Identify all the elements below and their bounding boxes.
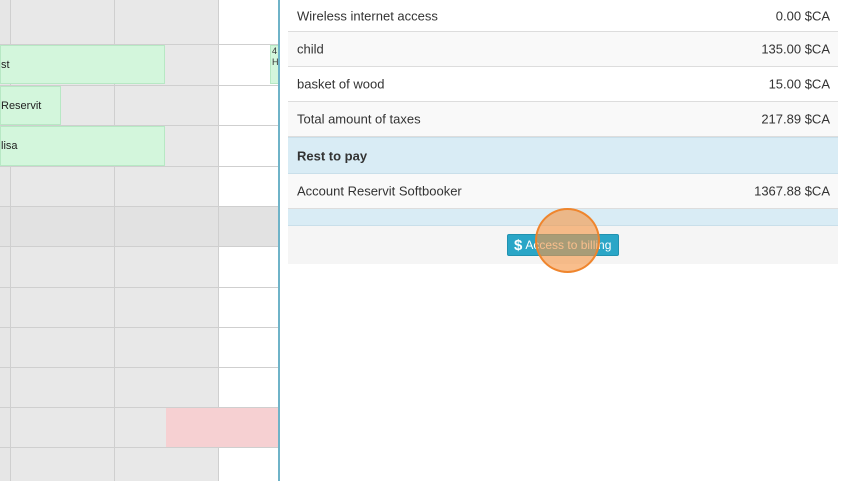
access-billing-button[interactable]: $ Access to billing bbox=[507, 234, 619, 256]
account-label: Account Reservit Softbooker bbox=[297, 183, 462, 199]
charges-table: Wireless internet access 0.00 $CA child … bbox=[288, 0, 838, 264]
grid-divider bbox=[0, 287, 279, 288]
app-window: st Reservit lisa 4 H Wireless internet a… bbox=[0, 0, 860, 481]
blocked-cell bbox=[166, 408, 279, 447]
table-row: basket of wood 15.00 $CA bbox=[288, 67, 838, 102]
section-divider bbox=[288, 209, 838, 226]
row-label: Total amount of taxes bbox=[297, 111, 421, 127]
account-row: Account Reservit Softbooker 1367.88 $CA bbox=[288, 174, 838, 209]
calendar-booking[interactable]: lisa bbox=[0, 126, 165, 166]
grid-band bbox=[0, 206, 279, 246]
actions-row: $ Access to billing bbox=[288, 226, 838, 264]
button-label: Access to billing bbox=[525, 238, 612, 252]
grid-divider bbox=[0, 166, 279, 167]
table-row: Total amount of taxes 217.89 $CA bbox=[288, 102, 838, 137]
grid-divider bbox=[0, 447, 279, 448]
table-row: child 135.00 $CA bbox=[288, 32, 838, 67]
booking-label: lisa bbox=[1, 140, 18, 152]
account-value: 1367.88 $CA bbox=[754, 183, 830, 199]
row-value: 217.89 $CA bbox=[761, 111, 830, 127]
booking-detail-panel: Wireless internet access 0.00 $CA child … bbox=[278, 0, 860, 481]
grid-divider bbox=[0, 246, 279, 247]
row-value: 0.00 $CA bbox=[775, 8, 830, 23]
row-label: Wireless internet access bbox=[297, 8, 438, 23]
section-title: Rest to pay bbox=[297, 148, 368, 163]
table-row: Wireless internet access 0.00 $CA bbox=[288, 0, 838, 32]
grid-divider bbox=[0, 327, 279, 328]
grid-divider bbox=[0, 367, 279, 368]
row-label: basket of wood bbox=[297, 76, 385, 92]
row-value: 15.00 $CA bbox=[768, 76, 830, 92]
booking-label: st bbox=[1, 58, 10, 71]
rest-to-pay-header: Rest to pay bbox=[288, 137, 838, 174]
calendar-booking[interactable]: st bbox=[0, 45, 165, 84]
booking-label: Reservit bbox=[1, 99, 42, 112]
calendar-grid: st Reservit lisa 4 H bbox=[0, 0, 279, 481]
dollar-icon: $ bbox=[514, 236, 523, 254]
grid-divider bbox=[0, 206, 279, 207]
row-value: 135.00 $CA bbox=[761, 41, 830, 57]
row-label: child bbox=[297, 41, 324, 57]
calendar-booking[interactable]: Reservit bbox=[0, 86, 61, 125]
